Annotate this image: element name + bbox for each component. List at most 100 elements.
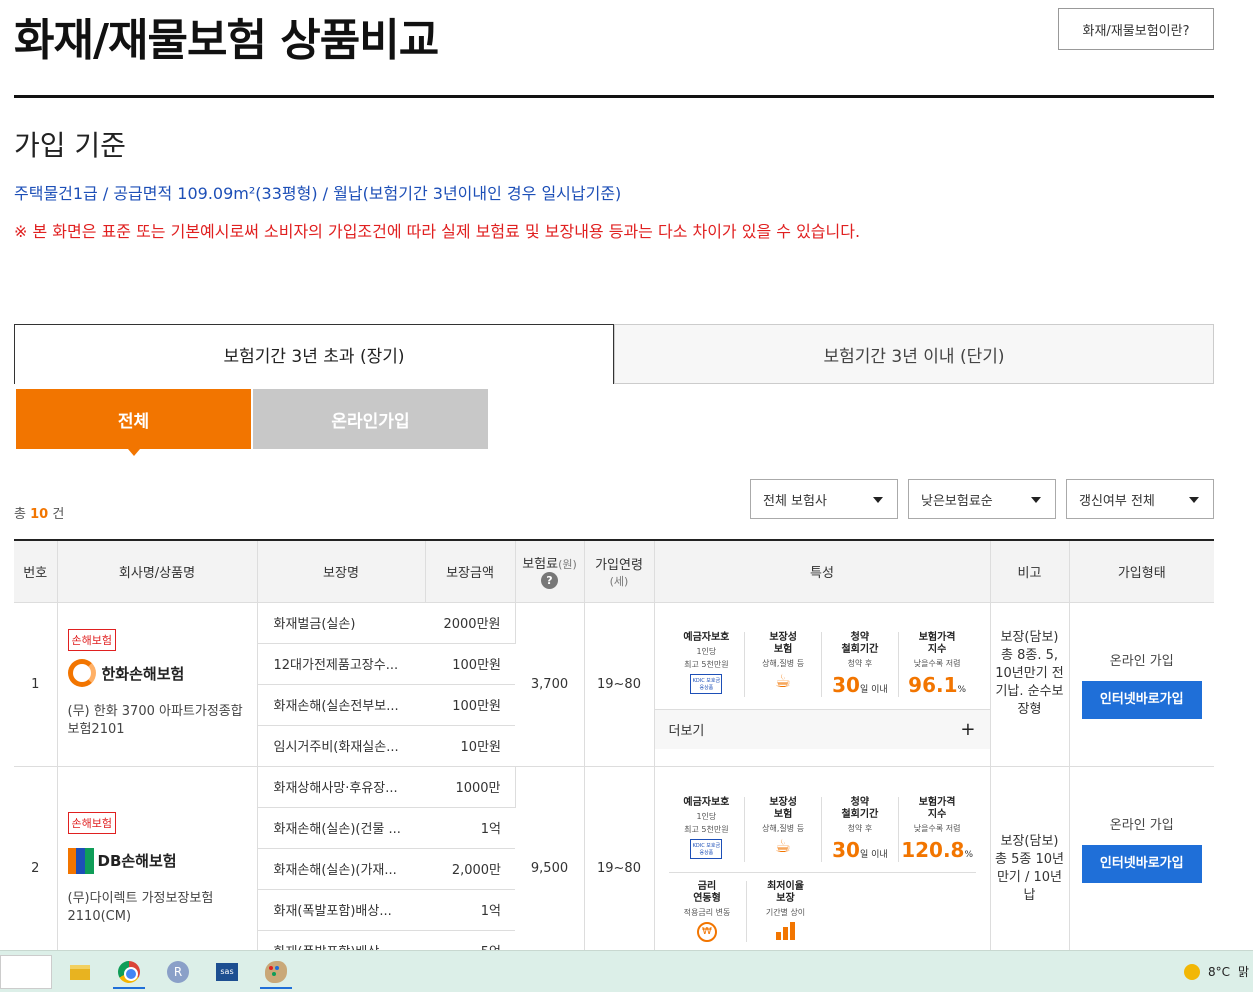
coverage-amount: 10만원 (425, 725, 515, 767)
coverage-name: 임시거주비(화재실손... (257, 725, 425, 767)
tab-all[interactable]: 전체 (16, 389, 251, 456)
online-join-button[interactable]: 인터넷바로가입 (1081, 845, 1202, 883)
feature-deposit-protection: 예금자보호 1인당 최고 5천만원 KDIC 보호금융상품 (669, 796, 746, 862)
product-comparison-table: 번호 회사명/상품명 보장명 보장금액 보험료(원) ? 가입연령 (세) 특성… (14, 539, 1214, 972)
company-name: 한화손해보험 (101, 664, 185, 683)
age-range: 19~80 (584, 766, 655, 972)
feature-value-unit: 일 이내 (859, 849, 888, 860)
feature-title: 보장성 보험 (769, 631, 797, 655)
feature-title: 보험가격 지수 (918, 631, 956, 655)
bar-chart-icon (775, 921, 796, 940)
feature-value: 30일 이내 (824, 673, 896, 697)
features-cell: 예금자보호 1인당 최고 5천만원 KDIC 보호금융상품 보장성 보험 상해,… (654, 766, 991, 972)
result-count: 총 10 건 (14, 503, 64, 522)
criteria-basis: 주택물건1급 / 공급면적 109.09m²(33평형) / 월납(보험기간 3… (14, 184, 622, 203)
product-name[interactable]: (무)다이렉트 가정보장보험2110(CM) (68, 890, 247, 926)
paint-app[interactable] (256, 955, 296, 989)
page-title: 화재/재물보험 상품비교 (14, 15, 439, 66)
more-button[interactable]: 더보기 + (654, 708, 990, 749)
criteria-title: 가입 기준 (14, 129, 126, 162)
feature-deposit-protection: 예금자보호 1인당 최고 5천만원 KDIC 보호금융상품 (669, 631, 746, 697)
chevron-down-icon (873, 497, 883, 503)
result-count-suffix: 건 (52, 507, 65, 522)
header-premium-unit: (원) (558, 558, 577, 572)
header-age-label: 가입연령 (595, 557, 643, 573)
feature-min-rate: 최저이율 보장 기간별 상이 (747, 881, 825, 942)
weather-widget[interactable]: 8°C 맑 (1184, 963, 1249, 980)
coverage-name: 화재손해(실손전부보... (257, 684, 425, 726)
company-cell: 손해보험 한화손해보험 (무) 한화 3700 아파트가정종합보험2101 (57, 602, 258, 767)
chrome-app[interactable] (109, 955, 149, 989)
renewal-filter-select[interactable]: 갱신여부 전체 (1066, 479, 1214, 519)
feature-sub: 최고 5천만원 (684, 824, 729, 834)
feature-sub: 최고 5천만원 (684, 659, 729, 669)
help-icon[interactable]: ? (541, 572, 558, 590)
bowl-icon: ☕ (775, 670, 792, 692)
feature-title: 최저이율 보장 (767, 880, 804, 904)
feature-title: 예금자보호 (683, 631, 730, 643)
feature-value-unit: % (957, 684, 967, 695)
feature-title: 보장성 보험 (769, 796, 797, 820)
title-divider (14, 95, 1214, 98)
feature-price-index: 보험가격 지수 낮을수록 저렴 120.8% (899, 797, 976, 862)
tab-long-term[interactable]: 보험기간 3년 초과 (장기) (14, 324, 614, 384)
insurer-filter-value: 전체 보험사 (763, 493, 827, 509)
coverage-name: 화재벌금(실손) (257, 602, 425, 644)
feature-withdraw-period: 청약 철회기간 청약 후 30일 이내 (822, 796, 899, 862)
sas-app[interactable]: sas (207, 955, 247, 989)
disclaimer-notice: ※ 본 화면은 표준 또는 기본예시로써 소비자의 가입조건에 따라 실제 보험… (14, 222, 861, 241)
feature-list-secondary: 금리 연동형 적용금리 변동 ₩ 최저이율 보장 기간별 상이 (668, 871, 976, 942)
feature-sub: 청약 후 (847, 823, 873, 833)
coverage-amount: 100만원 (425, 684, 515, 726)
premium-value: 9,500 (515, 766, 585, 972)
taskbar-search-box[interactable] (0, 955, 52, 989)
header-premium: 보험료(원) ? (515, 539, 585, 603)
row-number: 2 (14, 766, 58, 972)
coverage-amount: 100만원 (425, 643, 515, 685)
coverage-name: 화재상해사망·후유장... (257, 766, 425, 808)
header-note: 비고 (990, 539, 1070, 603)
feature-price-index: 보험가격 지수 낮을수록 저렴 96.1% (899, 632, 976, 697)
coverage-amount: 2000만원 (425, 602, 516, 644)
company-cell: 손해보험 DB손해보험 (무)다이렉트 가정보장보험2110(CM) (57, 766, 258, 972)
feature-value-number: 120.8 (901, 837, 965, 862)
coverage-name: 화재손해(실손)(건물 ... (257, 807, 425, 849)
product-name[interactable]: (무) 한화 3700 아파트가정종합보험2101 (68, 703, 247, 739)
features-cell: 예금자보호 1인당 최고 5천만원 KDIC 보호금융상품 보장성 보험 상해,… (654, 602, 991, 767)
file-explorer-app[interactable] (60, 955, 100, 989)
hanwha-logo-icon (67, 659, 96, 687)
table-row: 2 손해보험 DB손해보험 (무)다이렉트 가정보장보험2110(CM) 화재상… (14, 766, 1214, 972)
weather-temp: 8°C (1208, 964, 1231, 979)
sort-value: 낮은보험료순 (921, 493, 993, 509)
feature-value: 120.8% (901, 838, 974, 862)
feature-value-unit: % (964, 849, 974, 860)
sun-icon (1184, 963, 1200, 980)
insurer-filter-select[interactable]: 전체 보험사 (750, 479, 898, 519)
feature-list: 예금자보호 1인당 최고 5천만원 KDIC 보호금융상품 보장성 보험 상해,… (655, 767, 990, 862)
r-app[interactable]: R (158, 955, 198, 989)
kdic-mark-icon: KDIC 보호금융상품 (690, 673, 723, 694)
feature-value: 30일 이내 (824, 838, 896, 862)
row-number: 1 (14, 602, 58, 767)
feature-value-number: 30 (832, 837, 860, 862)
what-is-fire-insurance-button[interactable]: 화재/재물보험이란? (1058, 8, 1214, 50)
age-range: 19~80 (584, 602, 655, 767)
r-icon: R (167, 961, 189, 983)
result-count-prefix: 총 (14, 507, 26, 522)
tab-online-join[interactable]: 온라인가입 (253, 389, 488, 449)
feature-sub: 상해,질병 등 (762, 823, 805, 833)
feature-withdraw-period: 청약 철회기간 청약 후 30일 이내 (822, 631, 899, 697)
insurer-type-badge: 손해보험 (67, 629, 116, 651)
sort-select[interactable]: 낮은보험료순 (908, 479, 1056, 519)
header-company: 회사명/상품명 (57, 539, 258, 603)
join-cell: 온라인 가입 인터넷바로가입 (1069, 602, 1214, 767)
header-age-unit: (세) (609, 574, 629, 588)
tab-short-term[interactable]: 보험기간 3년 이내 (단기) (614, 324, 1214, 384)
join-tabs: 전체 온라인가입 (16, 389, 490, 456)
feature-value: 96.1% (901, 673, 974, 697)
feature-protection-insurance: 보장성 보험 상해,질병 등 ☕ (745, 631, 822, 697)
won-coin-icon: ₩ (697, 921, 717, 942)
online-join-button[interactable]: 인터넷바로가입 (1081, 680, 1202, 719)
feature-sub: 1인당 (696, 646, 717, 656)
table-header-row: 번호 회사명/상품명 보장명 보장금액 보험료(원) ? 가입연령 (세) 특성… (14, 539, 1214, 603)
